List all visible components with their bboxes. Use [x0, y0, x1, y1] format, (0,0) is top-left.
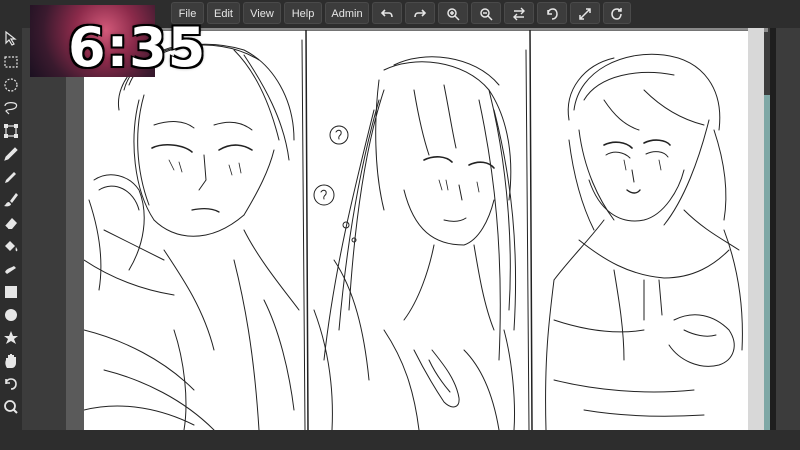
flip-icon — [513, 7, 525, 21]
rotate-button[interactable] — [537, 2, 567, 24]
undo-button[interactable] — [372, 2, 402, 24]
redo-icon — [414, 9, 427, 18]
zoom-out-icon — [480, 8, 493, 21]
hand-icon — [5, 354, 17, 368]
canvas-right-margin — [748, 28, 764, 430]
eraser-icon — [4, 218, 17, 230]
rect-select-icon — [4, 56, 18, 68]
flip-button[interactable] — [504, 2, 534, 24]
tool-hand[interactable] — [2, 352, 20, 370]
zoom-out-button[interactable] — [471, 2, 501, 24]
drawing-canvas[interactable] — [84, 30, 748, 430]
tool-star[interactable] — [2, 329, 20, 347]
canvas-margin — [66, 28, 86, 430]
right-edge — [770, 28, 776, 430]
left-toolbar — [0, 28, 22, 430]
tool-fill[interactable] — [2, 237, 20, 255]
bottom-bar — [0, 430, 800, 450]
tool-transform[interactable] — [2, 122, 20, 140]
edit-menu-button[interactable]: Edit — [207, 2, 240, 24]
fill-bucket-icon — [5, 241, 18, 252]
pencil-icon — [5, 172, 16, 183]
zoom-icon — [4, 400, 18, 414]
redo-button[interactable] — [405, 2, 435, 24]
ellipse-icon — [5, 309, 17, 321]
tool-eraser[interactable] — [2, 214, 20, 232]
tool-eyedropper[interactable] — [2, 145, 20, 163]
stream-timer: 6:35 — [68, 16, 207, 79]
tool-zoom[interactable] — [2, 398, 20, 416]
reset-view-button[interactable] — [603, 2, 631, 24]
tool-pencil[interactable] — [2, 168, 20, 186]
tool-lasso[interactable] — [2, 99, 20, 117]
tool-ellipse-select[interactable] — [2, 76, 20, 94]
brush-icon — [4, 193, 18, 207]
reset-icon — [611, 8, 622, 20]
select-arrow-icon — [5, 30, 17, 46]
tool-brush[interactable] — [2, 191, 20, 209]
zoom-in-button[interactable] — [438, 2, 468, 24]
fullscreen-icon — [579, 8, 591, 20]
tool-rectangle[interactable] — [2, 283, 20, 301]
admin-menu-button[interactable]: Admin — [325, 2, 369, 24]
transform-icon — [4, 124, 18, 138]
sketch-artwork — [84, 30, 748, 430]
smudge-icon — [5, 266, 16, 274]
help-menu-button[interactable]: Help — [284, 2, 322, 24]
eyedropper-icon — [4, 147, 18, 161]
tool-rotate-view[interactable] — [2, 375, 20, 393]
rectangle-icon — [5, 286, 17, 298]
star-icon — [4, 331, 18, 344]
tool-smudge[interactable] — [2, 260, 20, 278]
lasso-icon — [4, 102, 18, 115]
tool-select[interactable] — [2, 30, 20, 48]
rotate-icon — [547, 8, 558, 20]
view-menu-button[interactable]: View — [243, 2, 281, 24]
tool-ellipse[interactable] — [2, 306, 20, 324]
zoom-in-icon — [447, 8, 460, 21]
undo-icon — [380, 9, 393, 18]
fullscreen-button[interactable] — [570, 2, 600, 24]
rotate-view-icon — [5, 378, 17, 390]
tool-rect-select[interactable] — [2, 53, 20, 71]
ellipse-select-icon — [4, 78, 18, 92]
